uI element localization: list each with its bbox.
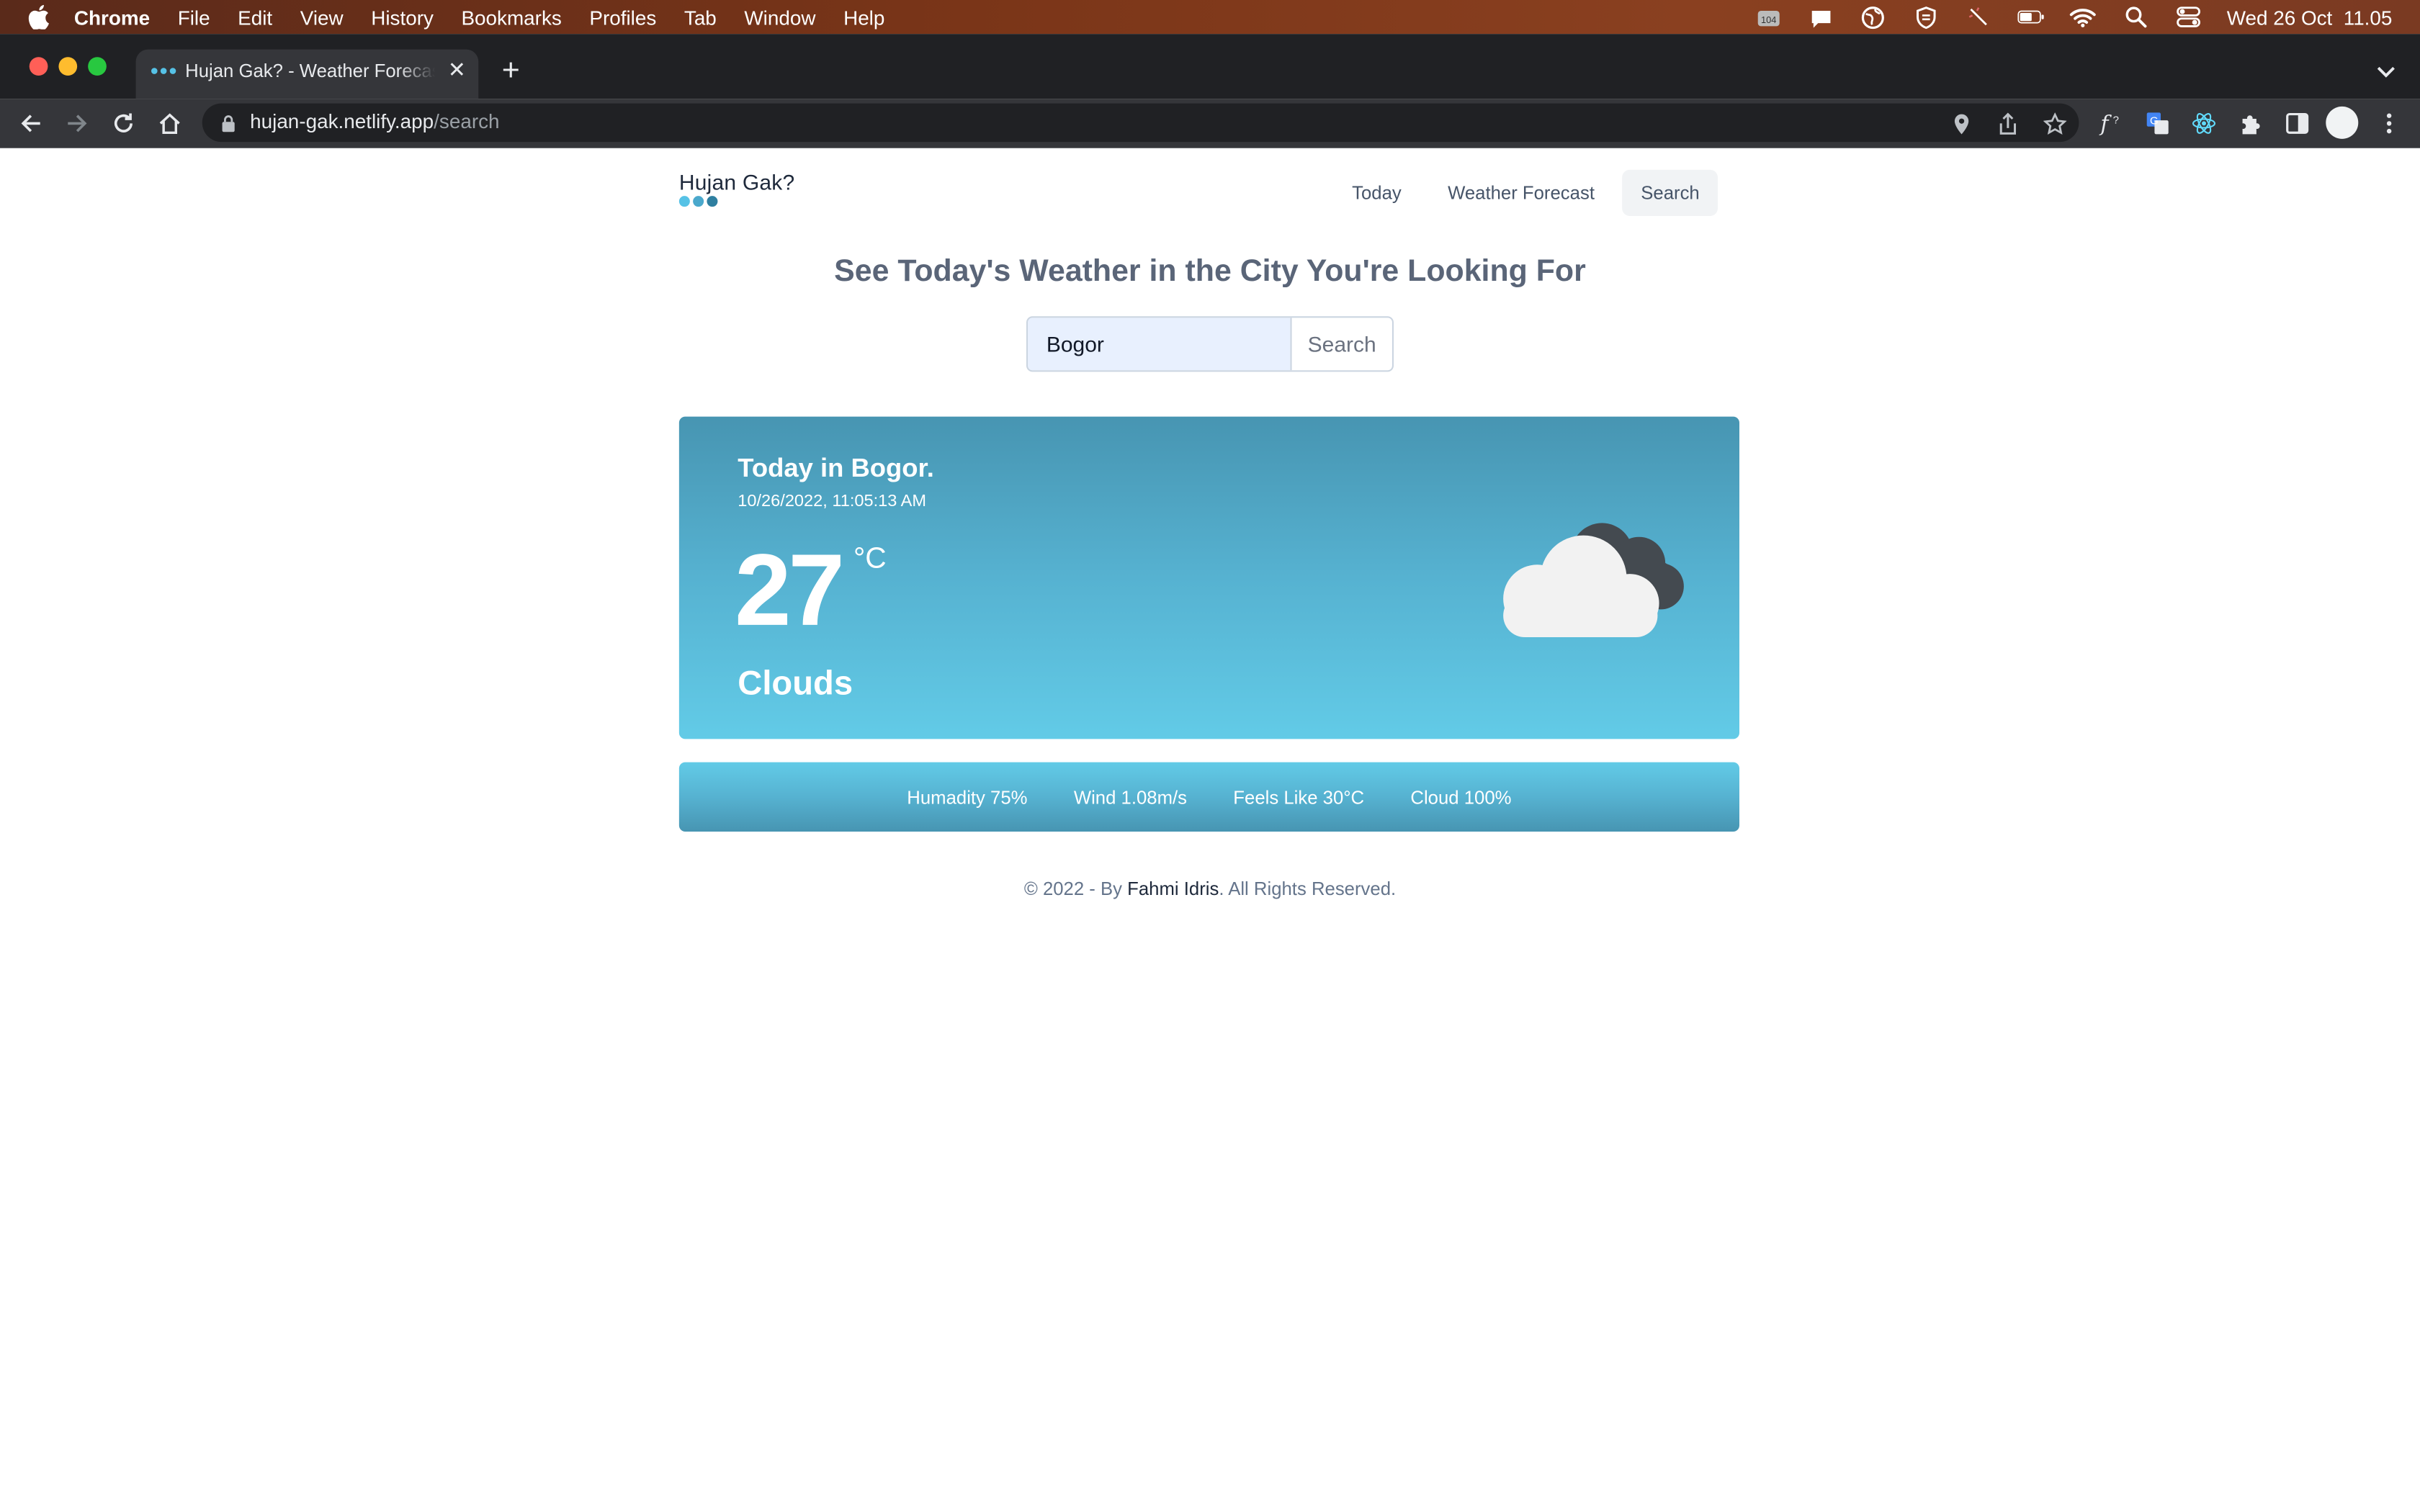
url-text[interactable]: hujan-gak.netlify.app/search bbox=[250, 109, 499, 132]
menu-chrome[interactable]: Chrome bbox=[74, 6, 150, 29]
brand-name: Hujan Gak? bbox=[678, 169, 795, 194]
google-translate-extension-icon[interactable]: G bbox=[2142, 108, 2173, 139]
macos-menubar: Chrome File Edit View History Bookmarks … bbox=[0, 0, 2420, 35]
menu-history[interactable]: History bbox=[371, 6, 434, 29]
tab-search-chevron-icon[interactable] bbox=[2374, 58, 2398, 83]
nav-search[interactable]: Search bbox=[1622, 169, 1718, 216]
feels-like-stat: Feels Like 30°C bbox=[1233, 786, 1365, 808]
profile-avatar[interactable] bbox=[2326, 106, 2359, 139]
battery-icon[interactable] bbox=[2017, 6, 2045, 28]
share-icon[interactable] bbox=[1992, 108, 2023, 139]
bookmark-star-icon[interactable] bbox=[2039, 108, 2070, 139]
location-pin-icon[interactable] bbox=[1946, 108, 1977, 139]
menu-bookmarks[interactable]: Bookmarks bbox=[461, 6, 561, 29]
new-tab-icon[interactable]: + bbox=[497, 55, 525, 86]
forward-arrow-icon[interactable] bbox=[62, 108, 93, 139]
footer: © 2022 - By Fahmi Idris. All Rights Rese… bbox=[0, 878, 2420, 899]
weather-condition: Clouds bbox=[738, 663, 853, 702]
wind-stat: Wind 1.08m/s bbox=[1073, 786, 1188, 808]
footer-prefix: © 2022 - By bbox=[1023, 878, 1128, 900]
lock-icon[interactable] bbox=[220, 112, 236, 140]
menu-edit[interactable]: Edit bbox=[238, 6, 272, 29]
menubar-clock[interactable]: Wed 26 Oct 11.05 bbox=[2227, 6, 2393, 29]
spotlight-icon[interactable] bbox=[2122, 6, 2150, 28]
side-panel-icon[interactable] bbox=[2281, 108, 2312, 139]
svg-text:G: G bbox=[2150, 115, 2159, 127]
search-button[interactable]: Search bbox=[1290, 318, 1392, 371]
footer-suffix: . All Rights Reserved. bbox=[1219, 878, 1397, 900]
wifi-icon[interactable] bbox=[2069, 6, 2097, 28]
wand-icon[interactable] bbox=[1964, 6, 1992, 28]
tab-title: Hujan Gak? - Weather Forecast bbox=[185, 60, 436, 82]
zoom-window-button[interactable] bbox=[88, 57, 107, 76]
svg-text:?: ? bbox=[2113, 114, 2119, 126]
city-search-form: Search bbox=[1026, 316, 1394, 372]
temperature-unit: °C bbox=[853, 543, 887, 576]
weather-card-title: Today in Bogor. bbox=[738, 454, 934, 483]
weather-datetime: 10/26/2022, 11:05:13 AM bbox=[738, 492, 926, 511]
apple-menu-icon[interactable] bbox=[28, 4, 53, 30]
extensions-puzzle-icon[interactable] bbox=[2235, 108, 2266, 139]
close-window-button[interactable] bbox=[29, 57, 48, 76]
svg-text:104: 104 bbox=[1761, 14, 1776, 24]
tab-close-icon[interactable]: ✕ bbox=[444, 57, 469, 81]
nav-weather-forecast[interactable]: Weather Forecast bbox=[1429, 170, 1613, 216]
menu-tab[interactable]: Tab bbox=[684, 6, 717, 29]
vpn-globe-icon[interactable] bbox=[1860, 6, 1888, 29]
menu-view[interactable]: View bbox=[300, 6, 344, 29]
menu-window[interactable]: Window bbox=[744, 6, 815, 29]
reload-icon[interactable] bbox=[108, 108, 139, 139]
font-finder-extension-icon[interactable]: f? bbox=[2096, 108, 2127, 139]
svg-text:f: f bbox=[2099, 112, 2112, 135]
url-path: /search bbox=[434, 109, 500, 133]
weather-stats-bar: Humadity 75% Wind 1.08m/s Feels Like 30°… bbox=[678, 762, 1739, 832]
react-devtools-extension-icon[interactable] bbox=[2189, 108, 2220, 139]
footer-author-link[interactable]: Fahmi Idris bbox=[1127, 878, 1219, 899]
nav-today[interactable]: Today bbox=[1333, 170, 1420, 216]
url-host: hujan-gak.netlify.app bbox=[250, 109, 434, 133]
temperature-value: 27 bbox=[734, 532, 845, 647]
clouds-icon bbox=[1491, 514, 1692, 645]
notification-icon[interactable] bbox=[1807, 6, 1835, 28]
menu-help[interactable]: Help bbox=[843, 6, 884, 29]
site-logo[interactable]: Hujan Gak? bbox=[678, 169, 795, 207]
site-favicon-icon bbox=[151, 68, 176, 74]
kebab-menu-icon[interactable] bbox=[2374, 108, 2405, 139]
menu-profiles[interactable]: Profiles bbox=[589, 6, 656, 29]
control-center-icon[interactable] bbox=[2174, 6, 2202, 28]
shield-icon[interactable] bbox=[1912, 6, 1940, 29]
page-headline: See Today's Weather in the City You're L… bbox=[834, 254, 1586, 289]
city-search-input[interactable] bbox=[1028, 318, 1291, 371]
home-icon[interactable] bbox=[154, 108, 185, 139]
cloud-stat: Cloud 100% bbox=[1410, 786, 1512, 808]
humidity-stat: Humadity 75% bbox=[907, 786, 1028, 808]
brand-dots-icon bbox=[678, 196, 795, 207]
menu-file[interactable]: File bbox=[178, 6, 210, 29]
today-weather-card: Today in Bogor. 10/26/2022, 11:05:13 AM … bbox=[678, 416, 1739, 739]
fluent-icon[interactable]: 104 bbox=[1754, 6, 1783, 28]
minimize-window-button[interactable] bbox=[58, 57, 78, 76]
back-arrow-icon[interactable] bbox=[15, 108, 46, 139]
main-nav: Today Weather Forecast Search bbox=[1333, 169, 1718, 216]
